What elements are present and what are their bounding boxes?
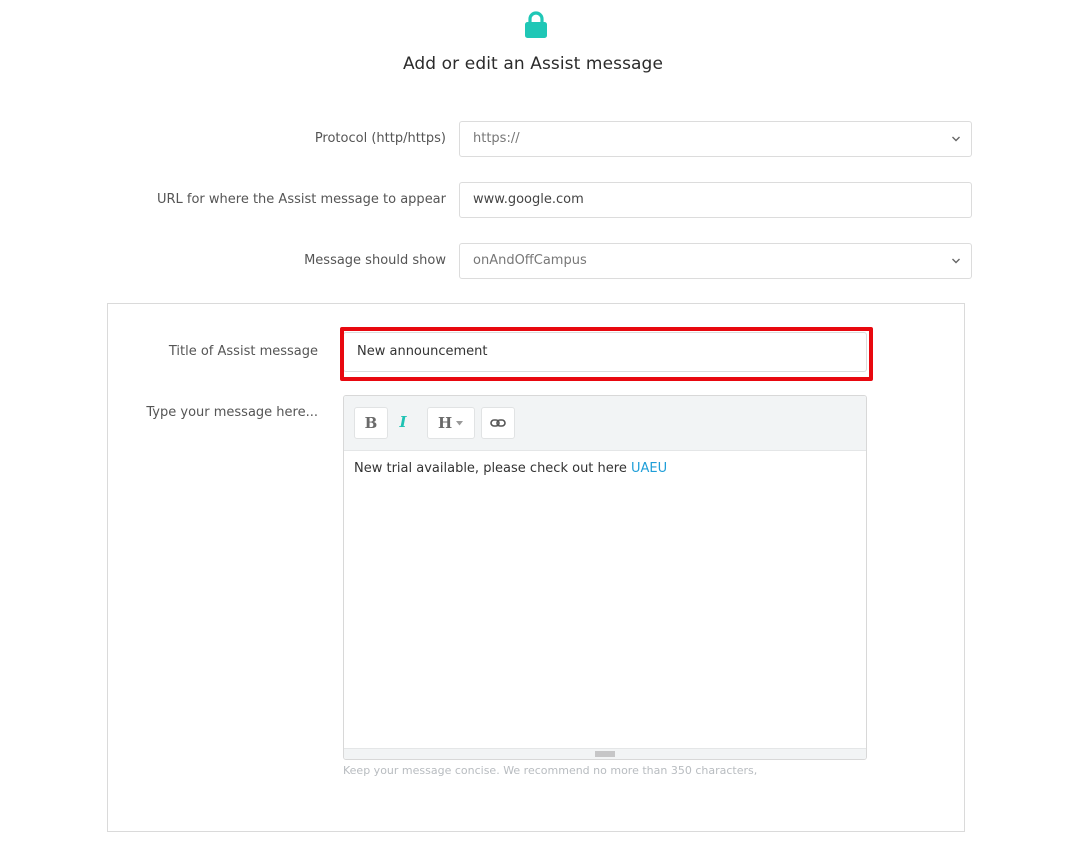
page-title: Add or edit an Assist message (402, 54, 664, 74)
italic-button[interactable]: I (388, 407, 418, 439)
chevron-down-icon (952, 258, 960, 264)
message-show-select[interactable]: onAndOffCampus (459, 243, 972, 279)
editor-content[interactable]: New trial available, please check out he… (354, 461, 667, 476)
editor-link[interactable]: UAEU (631, 461, 667, 476)
chevron-down-icon (952, 136, 960, 142)
protocol-label: Protocol (http/https) (314, 131, 446, 146)
caret-down-icon (456, 421, 463, 426)
url-input[interactable]: www.google.com (459, 182, 972, 218)
protocol-select[interactable]: https:// (459, 121, 972, 157)
editor-resize-handle[interactable] (344, 748, 866, 759)
message-hint: Keep your message concise. We recommend … (343, 764, 758, 777)
message-label: Type your message here... (146, 405, 318, 420)
protocol-select-value: https:// (473, 131, 520, 146)
bold-button[interactable]: B (354, 407, 388, 439)
message-editor[interactable]: B I H New trial available, please check … (343, 395, 867, 760)
message-show-label: Message should show (304, 253, 446, 268)
link-icon (490, 419, 506, 427)
editor-text: New trial available, please check out he… (354, 461, 631, 476)
grip-icon (595, 751, 615, 757)
link-button[interactable] (481, 407, 515, 439)
message-show-select-value: onAndOffCampus (473, 253, 587, 268)
heading-button-label: H (438, 414, 453, 432)
title-input-value: New announcement (357, 344, 488, 359)
editor-toolbar: B I H (344, 396, 866, 451)
heading-button[interactable]: H (427, 407, 475, 439)
title-input[interactable]: New announcement (343, 332, 867, 372)
lock-icon (522, 10, 550, 40)
url-label: URL for where the Assist message to appe… (156, 192, 446, 207)
title-label: Title of Assist message (168, 344, 318, 359)
url-input-value: www.google.com (473, 192, 584, 207)
